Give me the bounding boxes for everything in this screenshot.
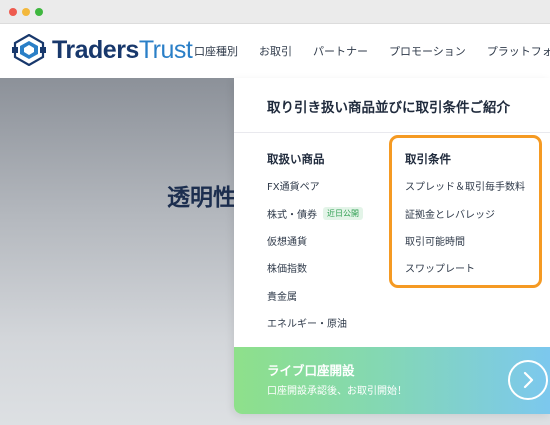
cta-subtitle: 口座開設承認後、お取引開始！ — [267, 386, 407, 397]
menu-item-label: 証拠金とレバレッジ — [405, 210, 495, 221]
panel-title: 取り引き扱い商品並びに取引条件ご紹介 — [267, 100, 510, 116]
window-titlebar — [0, 0, 550, 24]
close-window-button[interactable] — [9, 8, 17, 16]
menu-item-label: FX通貨ペア — [267, 182, 320, 193]
menu-item-label: 取引可能時間 — [405, 237, 465, 248]
open-live-account-banner[interactable]: ライブ口座開設 口座開設承認後、お取引開始！ — [234, 347, 550, 414]
menu-item-metals[interactable]: 貴金属 — [267, 288, 297, 303]
conditions-heading: 取引条件 — [405, 152, 451, 166]
menu-item-fx-pairs[interactable]: FX通貨ペア — [267, 178, 320, 193]
nav-promotion[interactable]: プロモーション — [389, 43, 466, 59]
menu-item-stocks-bonds[interactable]: 株式・債券 近日公開 — [267, 206, 363, 221]
panel-divider — [234, 132, 550, 133]
cta-arrow-button[interactable] — [508, 360, 548, 400]
traders-trust-logo[interactable]: TradersTrust — [12, 34, 193, 66]
coming-soon-badge: 近日公開 — [323, 207, 363, 220]
nav-account-types[interactable]: 口座種別 — [194, 43, 238, 59]
menu-item-label: 株式・債券 — [267, 210, 317, 221]
menu-item-label: エネルギー・原油 — [267, 319, 347, 330]
nav-partner[interactable]: パートナー — [313, 43, 368, 59]
menu-item-label: 仮想通貨 — [267, 237, 307, 248]
menu-item-spread-commission[interactable]: スプレッド＆取引毎手数料 — [405, 178, 525, 193]
menu-item-label: 貴金属 — [267, 292, 297, 303]
chevron-right-icon — [523, 371, 534, 389]
trading-dropdown-panel: 取り引き扱い商品並びに取引条件ご紹介 取扱い商品 FX通貨ペア 株式・債券 近日公… — [234, 78, 550, 414]
site-header: TradersTrust 口座種別 お取引 パートナー プロモーション プラット… — [0, 24, 550, 78]
menu-item-indices[interactable]: 株価指数 — [267, 260, 307, 275]
menu-item-margin-leverage[interactable]: 証拠金とレバレッジ — [405, 206, 495, 221]
minimize-window-button[interactable] — [22, 8, 30, 16]
hero-title: 透明性 — [167, 185, 234, 211]
menu-item-crypto[interactable]: 仮想通貨 — [267, 233, 307, 248]
nav-platform[interactable]: プラットフォー — [487, 43, 550, 59]
menu-item-label: 株価指数 — [267, 264, 307, 275]
nav-trading[interactable]: お取引 — [259, 43, 292, 59]
maximize-window-button[interactable] — [35, 8, 43, 16]
logo-mark-icon — [12, 34, 46, 66]
logo-wordmark: TradersTrust — [52, 35, 193, 64]
cta-title: ライブ口座開設 — [267, 363, 355, 378]
menu-item-label: スワップレート — [405, 264, 475, 275]
menu-item-trading-hours[interactable]: 取引可能時間 — [405, 233, 465, 248]
main-nav: 口座種別 お取引 パートナー プロモーション プラットフォー — [194, 24, 550, 78]
menu-item-label: スプレッド＆取引毎手数料 — [405, 182, 525, 193]
products-heading: 取扱い商品 — [267, 152, 325, 166]
menu-item-energy-oil[interactable]: エネルギー・原油 — [267, 315, 347, 330]
menu-item-swap-rate[interactable]: スワップレート — [405, 260, 475, 275]
